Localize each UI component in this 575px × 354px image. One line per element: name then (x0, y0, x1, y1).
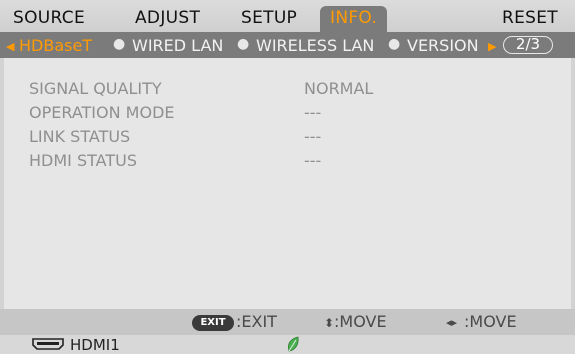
subtab-hdbaset[interactable]: HDBaseT (19, 36, 92, 55)
main-menu-bar: SOURCE ADJUST SETUP INFO. RESET (0, 0, 575, 32)
subtab-wired-lan[interactable]: WIRED LAN (132, 36, 223, 55)
separator-dot: ● (388, 36, 401, 52)
info-panel: SIGNAL QUALITY NORMAL OPERATION MODE ---… (4, 58, 571, 309)
arrow-right-icon[interactable]: ▶ (488, 40, 496, 53)
exit-hint: :EXIT (236, 312, 277, 331)
separator-dot: ● (113, 36, 126, 52)
row-value: NORMAL (304, 79, 374, 98)
row-label: SIGNAL QUALITY (29, 79, 162, 98)
subtab-version[interactable]: VERSION (407, 36, 479, 55)
row-value: --- (304, 151, 322, 170)
tab-info[interactable]: INFO. (320, 6, 388, 32)
move-horizontal-hint: :MOVE (464, 312, 517, 331)
tab-setup[interactable]: SETUP (241, 8, 297, 28)
arrow-left-icon[interactable]: ◀ (6, 40, 14, 53)
footer-hints: EXIT :EXIT ⬍ :MOVE ◂▸ :MOVE (0, 309, 575, 335)
exit-button-icon: EXIT (192, 315, 234, 331)
row-label: HDMI STATUS (29, 151, 137, 170)
sub-menu-bar: ◀ HDBaseT ● WIRED LAN ● WIRELESS LAN ● V… (0, 32, 575, 58)
eco-leaf-icon (288, 336, 299, 352)
input-source-label: HDMI1 (70, 336, 120, 354)
hdmi-connector-icon (32, 338, 64, 350)
separator-dot: ● (237, 36, 250, 52)
row-label: LINK STATUS (29, 127, 131, 146)
page-indicator: 2/3 (503, 36, 553, 54)
subtab-wireless-lan[interactable]: WIRELESS LAN (256, 36, 374, 55)
row-value: --- (304, 103, 322, 122)
tab-adjust[interactable]: ADJUST (135, 8, 200, 28)
up-down-arrow-icon: ⬍ (324, 316, 335, 330)
status-bar: HDMI1 (0, 335, 575, 354)
tab-source[interactable]: SOURCE (13, 8, 85, 28)
row-label: OPERATION MODE (29, 103, 175, 122)
move-vertical-hint: :MOVE (334, 312, 387, 331)
tab-reset[interactable]: RESET (502, 8, 558, 28)
left-right-arrow-icon: ◂▸ (446, 316, 458, 329)
row-value: --- (304, 127, 322, 146)
